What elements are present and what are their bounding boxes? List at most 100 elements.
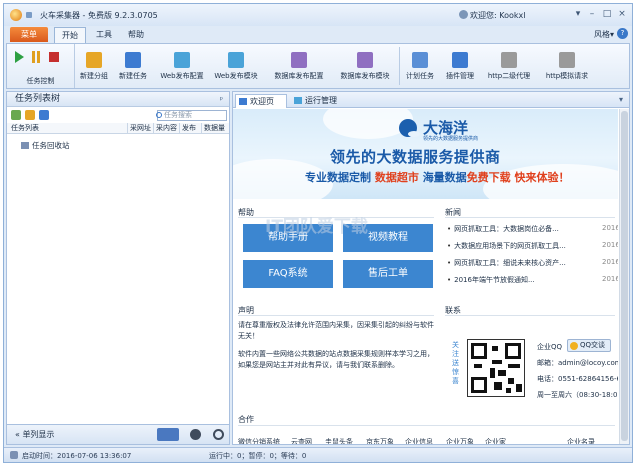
news-item[interactable]: • 网页抓取工具：大数据岗位必备... — [447, 224, 559, 234]
tab-start[interactable]: 开始 — [54, 27, 86, 43]
web-publish-module-icon — [228, 52, 244, 68]
partner-link[interactable]: 圭鼠头条 — [325, 437, 353, 444]
news-item-date: 2016 — [602, 224, 618, 232]
column-publish[interactable]: 发布 — [179, 123, 201, 134]
partner-link[interactable]: 微信分销系统 — [238, 437, 280, 444]
web-publish-config-label: Web发布配置 — [160, 72, 204, 80]
tab-runtime-label: 运行管理 — [305, 96, 337, 105]
tab-welcome[interactable]: 欢迎页 — [235, 94, 287, 108]
schedule-task-label: 计划任务 — [406, 72, 434, 80]
pause-icon[interactable] — [32, 51, 40, 63]
news-item-title: 大数据应用场景下的网页抓取工具... — [454, 242, 566, 250]
partner-link[interactable]: 企业信息 — [405, 437, 433, 444]
divider — [238, 315, 434, 316]
brand-logo-icon — [399, 119, 420, 137]
ribbon-divider — [399, 47, 400, 85]
divider — [445, 217, 615, 218]
app-window: 火车采集器 - 免费版 9.2.3.0705 欢迎您: Kookxl ▾ – □… — [3, 3, 633, 463]
divider — [238, 425, 615, 426]
database-publish-config-icon — [291, 52, 307, 68]
help-icon[interactable]: ? — [617, 28, 628, 39]
style-menu[interactable]: 风格▾ — [594, 29, 614, 40]
recycle-bin-icon — [21, 142, 29, 149]
refresh-icon[interactable] — [39, 110, 49, 120]
single-column-toggle[interactable]: « 单列显示 — [15, 429, 54, 440]
database-publish-module-button[interactable]: 数据库发布模块 — [335, 52, 395, 81]
skin-button[interactable]: ▾ — [572, 9, 584, 20]
network-icon[interactable] — [157, 428, 179, 441]
partners-section-title: 合作 — [238, 415, 254, 424]
new-group-button[interactable]: 新建分组 — [77, 52, 111, 81]
web-publish-config-button[interactable]: Web发布配置 — [157, 52, 207, 81]
watermark: IT团队爱下载 — [265, 217, 368, 237]
maximize-button[interactable]: □ — [601, 9, 613, 20]
file-menu-button[interactable]: 菜单 — [10, 27, 48, 42]
search-icon — [156, 112, 162, 118]
new-task-button[interactable]: 新建任务 — [116, 52, 150, 81]
news-item-date: 2016 — [602, 241, 618, 249]
tab-tools[interactable]: 工具 — [90, 27, 118, 43]
tagline-part: 海量数据 — [422, 171, 467, 184]
contact-email[interactable]: 邮箱：admin@locoy.com — [537, 358, 618, 368]
status-icon — [10, 451, 18, 459]
tree-item-recycle-bin[interactable]: 任务回收站 — [21, 140, 70, 151]
column-data-count[interactable]: 数据量 — [201, 123, 229, 134]
clock-icon[interactable] — [213, 429, 224, 440]
user-icon — [459, 10, 468, 19]
http-proxy-button[interactable]: http二级代理 — [483, 52, 535, 81]
news-item[interactable]: • 大数据应用场景下的网页抓取工具... — [447, 241, 566, 251]
stop-icon[interactable] — [49, 52, 59, 62]
scrollbar-thumb[interactable] — [621, 111, 628, 441]
after-sales-ticket-button[interactable]: 售后工单 — [343, 260, 433, 288]
quick-access-icon[interactable] — [26, 12, 32, 18]
schedule-icon — [412, 52, 428, 68]
qr-code-image — [467, 339, 525, 397]
partner-link[interactable]: 企业家 — [485, 437, 506, 444]
main-content-panel: 欢迎页 运行管理 ▾ 大海洋 领先的大数据服务提供商 领先的大数据服务提供商 专… — [232, 91, 630, 445]
tab-help[interactable]: 帮助 — [122, 27, 150, 43]
tab-runtime[interactable]: 运行管理 — [291, 94, 353, 108]
pin-icon[interactable]: ᵖ — [220, 92, 223, 107]
column-collect-content[interactable]: 采内容 — [153, 123, 179, 134]
partner-link[interactable]: 企业万象 — [446, 437, 474, 444]
news-item[interactable]: • 网页抓取工具：细说未来核心资产... — [447, 258, 566, 268]
web-publish-module-label: Web发布模块 — [214, 72, 258, 80]
web-publish-module-button[interactable]: Web发布模块 — [211, 52, 261, 81]
cloud-download-icon[interactable] — [190, 429, 201, 440]
plugin-manage-label: 插件管理 — [446, 72, 474, 80]
task-tree-toolbar: 任务搜索 — [7, 108, 229, 122]
status-bar: 启动时间：2016-07-06 13:36:07 运行中：0；暂停：0；等待：0 — [4, 447, 632, 462]
promo-banner[interactable]: 大海洋 领先的大数据服务提供商 领先的大数据服务提供商 专业数据定制 数据超市 … — [233, 109, 618, 199]
tab-list-dropdown[interactable]: ▾ — [619, 95, 623, 104]
news-item-date: 2016 — [602, 275, 618, 283]
enterprise-qq-label: 企业QQ — [537, 343, 563, 351]
minimize-button[interactable]: – — [586, 9, 598, 20]
news-item-date: 2016 — [602, 258, 618, 266]
partner-link[interactable]: 云查网 — [291, 437, 312, 444]
statement-paragraph: 软件内置一些网络公共数据的站点数据采集规则样本学习之用，如果您是网站主并对此有异… — [238, 350, 434, 369]
task-search-input[interactable]: 任务搜索 — [156, 110, 227, 121]
running-counts: 运行中：0；暂停：0；等待：0 — [209, 452, 307, 460]
welcome-user[interactable]: 欢迎您: Kookxl — [470, 10, 525, 21]
start-icon[interactable] — [15, 51, 24, 63]
folder-icon[interactable] — [25, 110, 35, 120]
qq-chat-button[interactable]: QQ交谈 — [567, 339, 611, 352]
partner-link[interactable]: 企业名录 — [567, 437, 595, 444]
task-tree-header: 任务列表树 ᵖ — [7, 92, 229, 107]
add-icon[interactable] — [11, 110, 21, 120]
faq-button[interactable]: FAQ系统 — [243, 260, 333, 288]
plugin-icon — [452, 52, 468, 68]
database-publish-config-button[interactable]: 数据库发布配置 — [269, 52, 329, 81]
vertical-scrollbar[interactable] — [619, 109, 629, 444]
schedule-task-button[interactable]: 计划任务 — [403, 52, 437, 81]
partner-link[interactable]: 京东万象 — [366, 437, 394, 444]
column-task-list[interactable]: 任务列表 — [9, 123, 127, 134]
banner-tagline: 专业数据定制 数据超市 海量数据免费下载 快来体验！ — [305, 169, 570, 185]
column-collect-url[interactable]: 采网址 — [127, 123, 153, 134]
news-item[interactable]: • 2016年端午节放假通知... — [447, 275, 535, 285]
plugin-manage-button[interactable]: 插件管理 — [443, 52, 477, 81]
http-request-button[interactable]: http模拟请求 — [541, 52, 593, 81]
tree-item-label: 任务回收站 — [32, 141, 70, 150]
close-button[interactable]: × — [616, 9, 628, 20]
brand-subtitle: 领先的大数据服务提供商 — [423, 136, 479, 142]
